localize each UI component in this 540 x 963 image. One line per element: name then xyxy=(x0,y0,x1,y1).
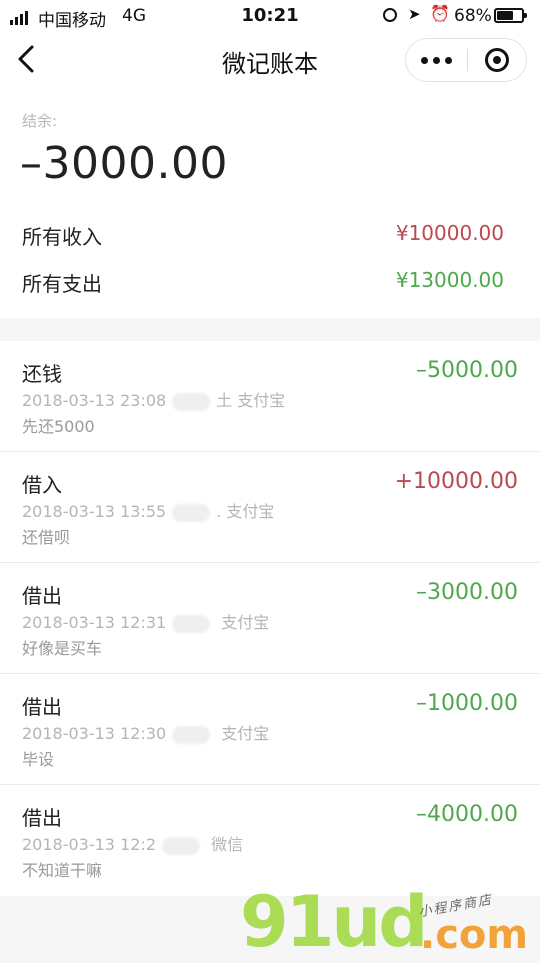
battery-icon xyxy=(494,8,527,23)
close-mini-program-button[interactable] xyxy=(468,39,526,81)
transaction-item[interactable]: 借出 –3000.00 2018-03-13 12:31 支付宝 好像是买车 xyxy=(0,563,540,674)
transaction-amount: –5000.00 xyxy=(416,358,518,383)
transaction-meta: 2018-03-13 12:30 支付宝 xyxy=(22,724,270,744)
transaction-meta: 2018-03-13 23:08 土 支付宝 xyxy=(22,391,286,411)
transaction-meta: 2018-03-13 12:31 支付宝 xyxy=(22,613,270,633)
transaction-amount: –3000.00 xyxy=(416,580,518,605)
transaction-amount: +10000.00 xyxy=(394,469,518,494)
more-button[interactable] xyxy=(406,39,467,81)
transaction-note: 不知道干嘛 xyxy=(22,861,103,880)
transaction-type: 借出 xyxy=(22,806,62,830)
income-label: 所有收入 xyxy=(22,225,102,249)
redacted-account xyxy=(172,503,211,522)
mini-program-capsule xyxy=(405,38,527,82)
transaction-note: 毕设 xyxy=(22,750,55,769)
balance-value: –3000.00 xyxy=(20,138,228,189)
transaction-type: 借入 xyxy=(22,473,62,497)
transaction-meta: 2018-03-13 12:2 微信 xyxy=(22,835,244,855)
site-watermark: 91ud 小程序商店 .com xyxy=(240,885,540,960)
more-dots-icon xyxy=(421,56,428,64)
transaction-meta: 2018-03-13 13:55. 支付宝 xyxy=(22,502,275,522)
transaction-note: 好像是买车 xyxy=(22,639,103,658)
transaction-item[interactable]: 还钱 –5000.00 2018-03-13 23:08 土 支付宝 先还5000 xyxy=(0,341,540,452)
transaction-item[interactable]: 借出 –1000.00 2018-03-13 12:30 支付宝 毕设 xyxy=(0,674,540,785)
transaction-list: 还钱 –5000.00 2018-03-13 23:08 土 支付宝 先还5000… xyxy=(0,341,540,896)
redacted-account xyxy=(162,836,200,855)
transaction-type: 借出 xyxy=(22,695,62,719)
watermark-domain: .com xyxy=(420,912,529,958)
balance-label: 结余: xyxy=(22,112,58,130)
transaction-amount: –1000.00 xyxy=(416,691,518,716)
watermark-logo: 91ud xyxy=(240,881,428,963)
expense-value: ¥13000.00 xyxy=(395,268,504,292)
transaction-amount: –4000.00 xyxy=(416,802,518,827)
status-bar: 中国移动 4G 10:21 ➤ ⏰ 68% xyxy=(0,0,540,32)
transaction-note: 先还5000 xyxy=(22,417,95,436)
redacted-account xyxy=(172,725,211,744)
battery-percent: 68% xyxy=(454,6,492,26)
transaction-item[interactable]: 借出 –4000.00 2018-03-13 12:2 微信 不知道干嘛 xyxy=(0,785,540,896)
nav-bar: 微记账本 xyxy=(0,32,540,88)
income-value: ¥10000.00 xyxy=(395,221,504,245)
summary-card: 结余: –3000.00 所有收入 ¥10000.00 所有支出 ¥13000.… xyxy=(0,88,540,318)
transaction-item[interactable]: 借入 +10000.00 2018-03-13 13:55. 支付宝 还借呗 xyxy=(0,452,540,563)
alarm-icon: ⏰ xyxy=(430,4,450,23)
transaction-type: 还钱 xyxy=(22,362,62,386)
orientation-lock-icon xyxy=(383,8,397,22)
transaction-type: 借出 xyxy=(22,584,62,608)
location-icon: ➤ xyxy=(408,5,421,23)
transaction-note: 还借呗 xyxy=(22,528,71,547)
expense-label: 所有支出 xyxy=(22,272,102,296)
redacted-account xyxy=(172,392,211,411)
redacted-account xyxy=(172,614,211,633)
